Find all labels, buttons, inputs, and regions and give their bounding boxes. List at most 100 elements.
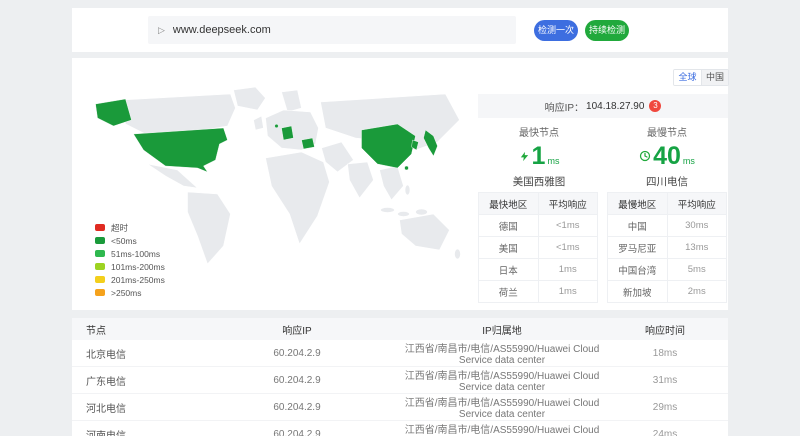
map-alaska: [96, 99, 132, 126]
legend-item: 超时: [95, 221, 165, 234]
map-usa: [134, 128, 228, 172]
node-cell: 河南电信: [72, 421, 192, 436]
region-cell: 德国: [479, 215, 539, 237]
table-row: 北京电信 60.204.2.9 江西省/南昌市/电信/AS55990/Huawe…: [72, 340, 728, 367]
response-ip-value: 104.18.27.90: [586, 101, 644, 112]
slowest-node-location: 四川电信: [606, 174, 728, 189]
region-cell: 中国: [608, 215, 668, 237]
location-cell: 江西省/南昌市/电信/AS55990/Huawei Cloud Service …: [402, 367, 602, 394]
legend-swatch-201-250: [95, 276, 105, 283]
legend-swatch-101-200: [95, 263, 105, 270]
ip-cell: 60.204.2.9: [192, 367, 402, 394]
response-ip-strip: 响应IP： 104.18.27.90 3: [478, 94, 728, 118]
table-row: 日本 1ms: [479, 259, 598, 281]
region-cell: 新加坡: [608, 281, 668, 303]
region-cell: 美国: [479, 237, 539, 259]
node-cell: 广东电信: [72, 367, 192, 394]
slow-table-region-header: 最慢地区: [608, 193, 668, 215]
legend-item: 201ms-250ms: [95, 273, 165, 286]
search-bar: ▷ 检测一次 持续检测: [72, 8, 728, 52]
legend-item: >250ms: [95, 286, 165, 299]
legend-label: >250ms: [111, 288, 141, 298]
url-input-wrapper[interactable]: ▷: [148, 16, 516, 44]
map-scandinavia: [282, 90, 302, 112]
tab-china[interactable]: 中国: [701, 70, 728, 85]
region-cell: 中国台湾: [608, 259, 668, 281]
url-input[interactable]: [173, 24, 506, 36]
map-new-zealand: [455, 249, 461, 259]
table-row: 中国 30ms: [608, 215, 727, 237]
node-table: 节点 响应IP IP归属地 响应时间 北京电信 60.204.2.9 江西省/南…: [72, 318, 728, 436]
legend-swatch-51-100: [95, 250, 105, 257]
time-cell: 29ms: [602, 394, 728, 421]
legend-swatch-timeout: [95, 224, 105, 231]
map-indonesia-2: [398, 212, 410, 217]
slowest-node-title: 最慢节点: [606, 124, 728, 139]
map-southeast-asia: [380, 166, 404, 200]
region-cell: 罗马尼亚: [608, 237, 668, 259]
location-cell: 江西省/南昌市/电信/AS55990/Huawei Cloud Service …: [402, 340, 602, 367]
slow-table-avg-header: 平均响应: [667, 193, 727, 215]
slowest-regions-table: 最慢地区 平均响应 中国 30ms 罗马尼亚 13ms 中国台湾 5ms 新加坡…: [607, 192, 727, 303]
map-india: [348, 162, 374, 198]
map-canada: [121, 94, 236, 134]
response-ip-label: 响应IP：: [545, 99, 584, 114]
map-australia: [400, 214, 450, 250]
map-new-guinea: [416, 209, 428, 215]
ip-count-badge[interactable]: 3: [649, 100, 661, 112]
fastest-node-value: 1: [532, 143, 546, 169]
avg-cell: 2ms: [667, 281, 727, 303]
result-panel: 全球 中国 超时: [72, 58, 728, 310]
region-cell: 日本: [479, 259, 539, 281]
map-legend: 超时 <50ms 51ms-100ms 101ms-200ms 201ms-25…: [95, 221, 165, 299]
fastest-regions-table: 最快地区 平均响应 德国 <1ms 美国 <1ms 日本 1ms 荷兰 1ms: [478, 192, 598, 303]
map-uk: [254, 116, 264, 130]
region-cell: 荷兰: [479, 281, 539, 303]
table-row: 河南电信 60.204.2.9 江西省/南昌市/电信/AS55990/Huawe…: [72, 421, 728, 436]
tab-global[interactable]: 全球: [674, 70, 701, 85]
avg-cell: 30ms: [667, 215, 727, 237]
legend-label: 201ms-250ms: [111, 275, 165, 285]
map-indonesia: [381, 208, 395, 213]
fastest-node-panel: 最快节点 1 ms 美国西雅图: [478, 124, 600, 189]
location-header: IP归属地: [402, 318, 602, 340]
lightning-icon: [519, 150, 530, 163]
ip-cell: 60.204.2.9: [192, 394, 402, 421]
fastest-node-unit: ms: [547, 156, 559, 166]
legend-label: 51ms-100ms: [111, 249, 160, 259]
location-cell: 江西省/南昌市/电信/AS55990/Huawei Cloud Service …: [402, 421, 602, 436]
table-row: 广东电信 60.204.2.9 江西省/南昌市/电信/AS55990/Huawe…: [72, 367, 728, 394]
fastest-node-location: 美国西雅图: [478, 174, 600, 189]
table-row: 新加坡 2ms: [608, 281, 727, 303]
legend-item: <50ms: [95, 234, 165, 247]
table-row: 河北电信 60.204.2.9 江西省/南昌市/电信/AS55990/Huawe…: [72, 394, 728, 421]
time-cell: 31ms: [602, 367, 728, 394]
table-row: 美国 <1ms: [479, 237, 598, 259]
map-taiwan: [405, 166, 409, 170]
legend-swatch-over250: [95, 289, 105, 296]
check-once-button[interactable]: 检测一次: [534, 20, 578, 41]
ip-cell: 60.204.2.9: [192, 340, 402, 367]
slowest-node-unit: ms: [683, 156, 695, 166]
legend-label: 超时: [111, 222, 128, 234]
map-south-america: [188, 192, 231, 264]
avg-cell: 1ms: [538, 259, 598, 281]
fast-table-region-header: 最快地区: [479, 193, 539, 215]
continuous-check-button[interactable]: 持续检测: [585, 20, 629, 41]
map-philippines: [405, 185, 410, 195]
time-cell: 24ms: [602, 421, 728, 436]
scope-tabs: 全球 中国: [673, 69, 729, 86]
map-netherlands: [275, 124, 279, 128]
table-row: 德国 <1ms: [479, 215, 598, 237]
legend-label: <50ms: [111, 236, 137, 246]
location-cell: 江西省/南昌市/电信/AS55990/Huawei Cloud Service …: [402, 394, 602, 421]
node-table-panel: 节点 响应IP IP归属地 响应时间 北京电信 60.204.2.9 江西省/南…: [72, 318, 728, 436]
table-row: 中国台湾 5ms: [608, 259, 727, 281]
ip-header: 响应IP: [192, 318, 402, 340]
slowest-node-value: 40: [653, 143, 681, 169]
avg-cell: 1ms: [538, 281, 598, 303]
node-table-header-row: 节点 响应IP IP归属地 响应时间: [72, 318, 728, 340]
node-cell: 河北电信: [72, 394, 192, 421]
fastest-node-title: 最快节点: [478, 124, 600, 139]
slowest-node-panel: 最慢节点 40 ms 四川电信: [606, 124, 728, 189]
